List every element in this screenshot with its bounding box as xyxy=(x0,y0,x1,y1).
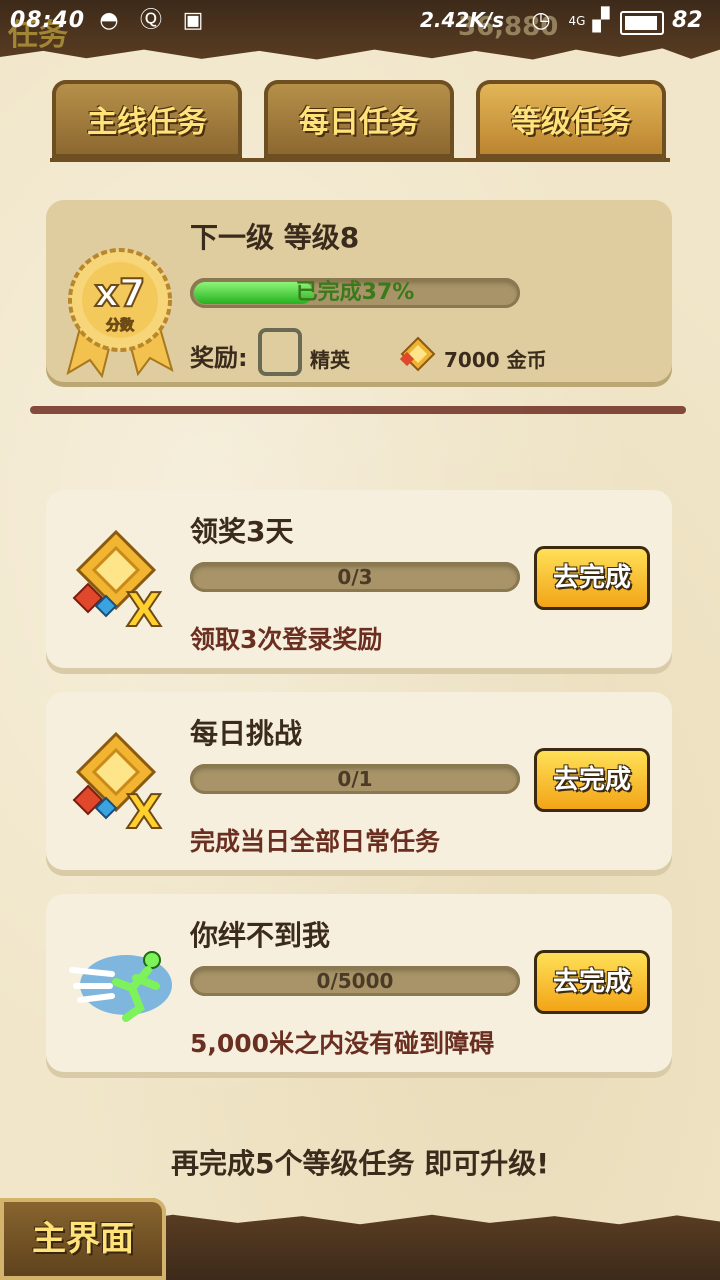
search-app-icon: Ⓠ xyxy=(139,8,162,33)
svg-text:X: X xyxy=(126,785,161,838)
notification-icon: ◓ xyxy=(99,8,119,33)
level-progress-bar: 已完成37% xyxy=(190,278,520,308)
tab-main-quests[interactable]: 主线任务 xyxy=(52,80,242,158)
task-title: 每日挑战 xyxy=(190,717,303,750)
battery-icon xyxy=(620,11,664,35)
task-card: X 领奖3天 0/3 去完成 领取3次登录奖励 xyxy=(46,490,672,668)
go-complete-button[interactable]: 去完成 xyxy=(534,546,650,610)
tab-label: 主线任务 xyxy=(87,105,207,140)
level-progress-text: 已完成37% xyxy=(295,280,415,305)
task-title: 领奖3天 xyxy=(190,515,294,548)
task-description: 领取3次登录奖励 xyxy=(190,625,383,654)
go-complete-button[interactable]: 去完成 xyxy=(534,950,650,1014)
signal-icon: ▞ xyxy=(592,8,610,33)
task-card: X 每日挑战 0/1 去完成 完成当日全部日常任务 xyxy=(46,692,672,870)
tab-level-quests[interactable]: 等级任务 xyxy=(476,80,666,158)
diamond-x-icon: X xyxy=(72,529,163,636)
tab-underline xyxy=(50,158,670,162)
task-progress-bar: 0/1 xyxy=(190,764,520,794)
svg-text:X: X xyxy=(126,583,161,636)
score-multiplier-badge-icon: x7 分数 xyxy=(66,248,174,378)
level-up-hint: 再完成5个等级任务 即可升级! xyxy=(170,1147,549,1180)
runner-icon xyxy=(69,951,172,1022)
tab-label: 每日任务 xyxy=(299,105,419,140)
task-progress-bar: 0/3 xyxy=(190,562,520,592)
task-progress-text: 0/3 xyxy=(337,565,373,589)
battery-level: 82 xyxy=(672,8,703,33)
badge-multiplier: x7 xyxy=(95,271,146,315)
tab-daily-quests[interactable]: 每日任务 xyxy=(264,80,454,158)
reward-elite: 精英 xyxy=(310,348,350,372)
gem-coin-icon xyxy=(400,336,436,372)
task-title: 你绊不到我 xyxy=(190,919,331,952)
image-notification-icon: ▣ xyxy=(182,8,204,33)
elite-frame-icon xyxy=(258,328,302,376)
task-progress-bar: 0/5000 xyxy=(190,966,520,996)
status-time: 08:40 xyxy=(10,8,86,33)
next-level-title: 下一级 等级8 xyxy=(190,221,360,254)
network-speed: 2.42K/s xyxy=(420,8,505,32)
section-divider xyxy=(30,406,686,414)
home-button[interactable]: 主界面 xyxy=(0,1198,166,1280)
reward-coins: 7000 金币 xyxy=(444,348,547,372)
status-bar: 08:40 ◓ Ⓠ ▣ 2.42K/s ◷ 4G ▞ 82 xyxy=(0,0,720,44)
task-progress-text: 0/1 xyxy=(337,767,373,791)
network-type: 4G xyxy=(568,14,586,28)
tab-label: 等级任务 xyxy=(511,105,631,140)
task-description: 完成当日全部日常任务 xyxy=(190,827,441,856)
reward-label: 奖励: xyxy=(190,344,248,372)
alarm-icon: ◷ xyxy=(531,8,551,33)
diamond-x-icon: X xyxy=(72,731,163,838)
task-description: 5,000米之内没有碰到障碍 xyxy=(190,1029,495,1058)
badge-label: 分数 xyxy=(106,317,135,334)
task-card: 你绊不到我 0/5000 去完成 5,000米之内没有碰到障碍 xyxy=(46,894,672,1072)
task-progress-text: 0/5000 xyxy=(316,969,394,993)
go-complete-button[interactable]: 去完成 xyxy=(534,748,650,812)
